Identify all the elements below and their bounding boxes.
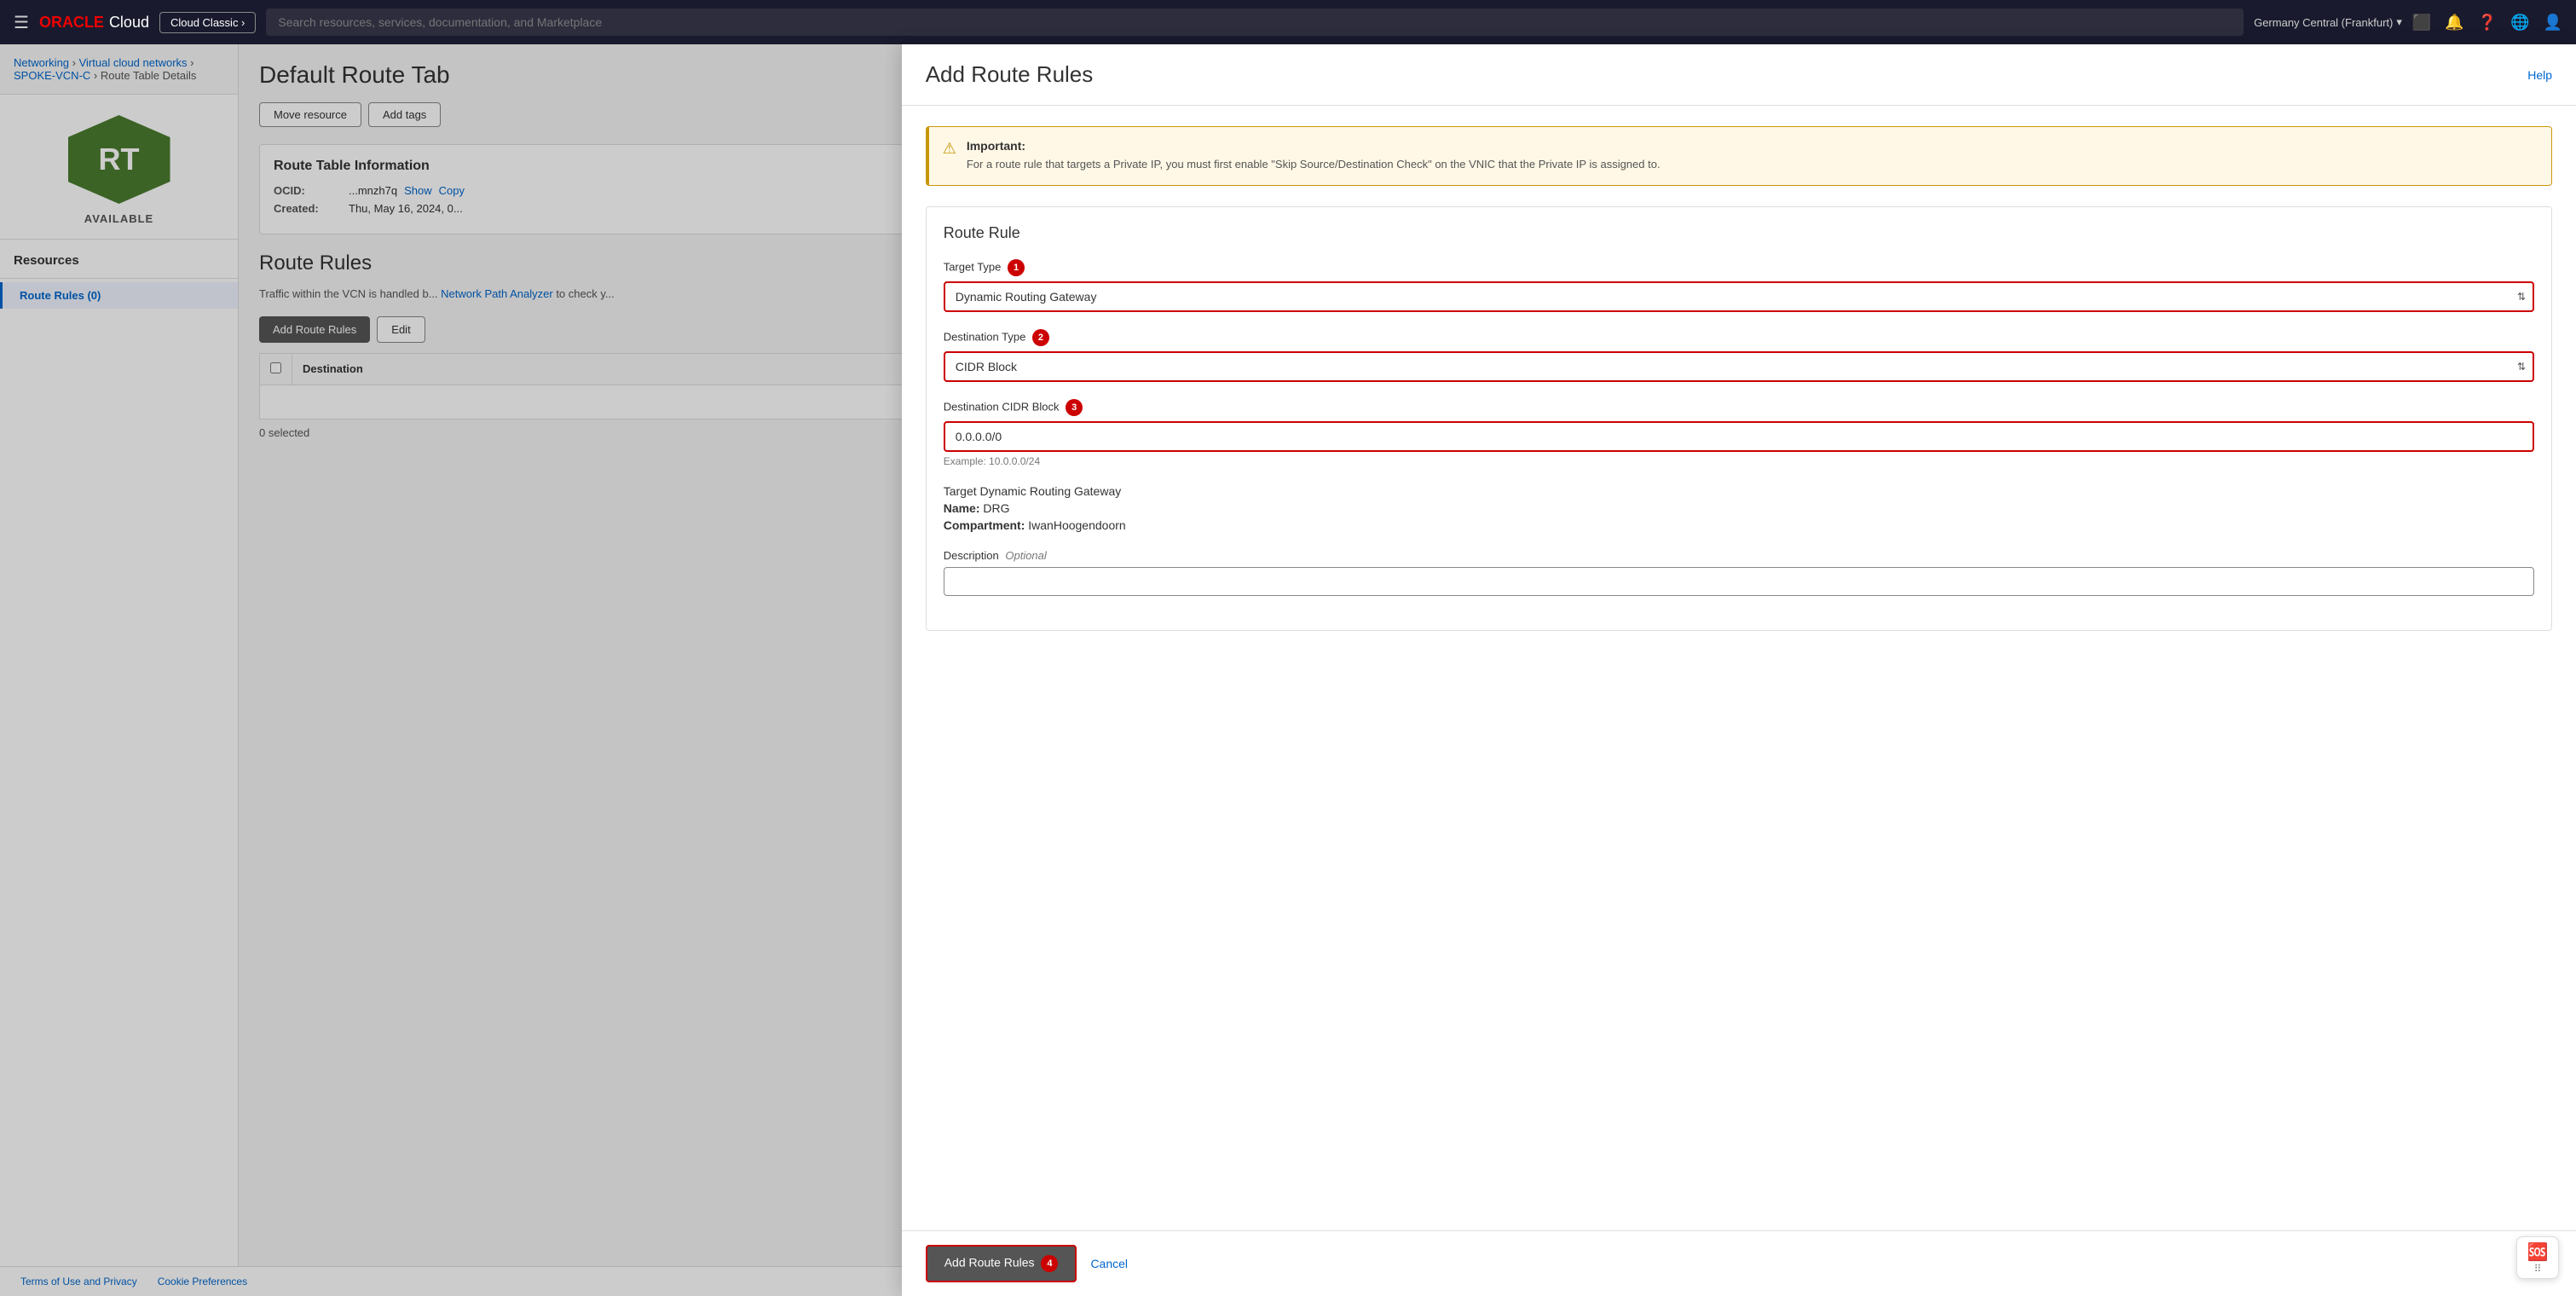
target-type-group: Target Type 1 Dynamic Routing Gateway ⇅ bbox=[944, 259, 2534, 312]
destination-type-select[interactable]: CIDR Block bbox=[944, 351, 2534, 382]
footer-step-4-badge: 4 bbox=[1041, 1255, 1058, 1272]
target-name-row: Name: DRG bbox=[944, 501, 2534, 515]
target-drg-label-row: Target Dynamic Routing Gateway bbox=[944, 484, 2534, 498]
destination-type-group: Destination Type 2 CIDR Block ⇅ bbox=[944, 329, 2534, 382]
modal-title: Add Route Rules bbox=[926, 61, 1094, 88]
top-navigation: ☰ ORACLE Cloud Cloud Classic › Germany C… bbox=[0, 0, 2576, 44]
target-drg-info: Target Dynamic Routing Gateway Name: DRG… bbox=[944, 484, 2534, 532]
modal-overlay: Add Route Rules Help ⚠ Important: For a … bbox=[0, 44, 2576, 1296]
alert-warning-icon: ⚠ bbox=[943, 140, 956, 173]
target-compartment-label: Compartment: bbox=[944, 518, 1025, 532]
description-input[interactable] bbox=[944, 567, 2534, 596]
hamburger-menu[interactable]: ☰ bbox=[14, 12, 29, 33]
destination-cidr-input[interactable] bbox=[944, 421, 2534, 452]
alert-text: Important: For a route rule that targets… bbox=[967, 139, 1661, 173]
modal-body: ⚠ Important: For a route rule that targe… bbox=[902, 106, 2576, 1230]
console-icon[interactable]: ⬛ bbox=[2412, 14, 2431, 32]
step-2-badge: 2 bbox=[1032, 329, 1049, 346]
oracle-logo: ORACLE Cloud bbox=[39, 14, 149, 32]
target-compartment-value: IwanHoogendoorn bbox=[1028, 518, 1125, 532]
important-alert: ⚠ Important: For a route rule that targe… bbox=[926, 126, 2552, 186]
alert-body: For a route rule that targets a Private … bbox=[967, 156, 1661, 173]
target-compartment-row: Compartment: IwanHoogendoorn bbox=[944, 518, 2534, 532]
add-route-rules-panel: Add Route Rules Help ⚠ Important: For a … bbox=[902, 44, 2576, 1296]
cloud-classic-button[interactable]: Cloud Classic › bbox=[159, 12, 256, 33]
oracle-wordmark: ORACLE bbox=[39, 14, 104, 32]
step-1-badge: 1 bbox=[1008, 259, 1025, 276]
modal-help-link[interactable]: Help bbox=[2527, 68, 2552, 82]
alert-title: Important: bbox=[967, 139, 1661, 153]
target-type-select[interactable]: Dynamic Routing Gateway bbox=[944, 281, 2534, 312]
destination-type-label: Destination Type 2 bbox=[944, 329, 2534, 346]
route-rule-section-title: Route Rule bbox=[944, 224, 2534, 242]
help-icon[interactable]: ❓ bbox=[2478, 14, 2497, 32]
target-name-label: Name: bbox=[944, 501, 980, 515]
modal-footer: Add Route Rules 4 Cancel bbox=[902, 1230, 2576, 1296]
profile-icon[interactable]: 👤 bbox=[2544, 14, 2562, 32]
destination-cidr-hint: Example: 10.0.0.0/24 bbox=[944, 455, 2534, 467]
cancel-button[interactable]: Cancel bbox=[1090, 1257, 1128, 1270]
step-3-badge: 3 bbox=[1066, 399, 1083, 416]
global-search-input[interactable] bbox=[266, 9, 2244, 36]
region-selector[interactable]: Germany Central (Frankfurt) ▾ bbox=[2254, 15, 2402, 29]
modal-header: Add Route Rules Help bbox=[902, 44, 2576, 106]
help-widget-button[interactable]: 🆘 ⠿ bbox=[2516, 1236, 2559, 1279]
target-type-select-wrapper: Dynamic Routing Gateway ⇅ bbox=[944, 281, 2534, 312]
destination-cidr-label: Destination CIDR Block 3 bbox=[944, 399, 2534, 416]
target-name-value: DRG bbox=[983, 501, 1009, 515]
description-label: Description Optional bbox=[944, 549, 2534, 562]
nav-icon-group: ⬛ 🔔 ❓ 🌐 👤 bbox=[2412, 14, 2562, 32]
target-type-label: Target Type 1 bbox=[944, 259, 2534, 276]
destination-cidr-group: Destination CIDR Block 3 Example: 10.0.0… bbox=[944, 399, 2534, 467]
add-route-rules-submit-button[interactable]: Add Route Rules 4 bbox=[926, 1245, 1077, 1282]
cloud-wordmark: Cloud bbox=[109, 14, 149, 32]
help-widget-icon: 🆘 bbox=[2527, 1241, 2549, 1263]
description-group: Description Optional bbox=[944, 549, 2534, 596]
route-rule-section: Route Rule Target Type 1 Dynamic Routing… bbox=[926, 206, 2552, 631]
globe-icon[interactable]: 🌐 bbox=[2510, 14, 2529, 32]
bell-icon[interactable]: 🔔 bbox=[2445, 14, 2463, 32]
destination-type-select-wrapper: CIDR Block ⇅ bbox=[944, 351, 2534, 382]
help-widget-grid-icon: ⠿ bbox=[2534, 1263, 2542, 1275]
